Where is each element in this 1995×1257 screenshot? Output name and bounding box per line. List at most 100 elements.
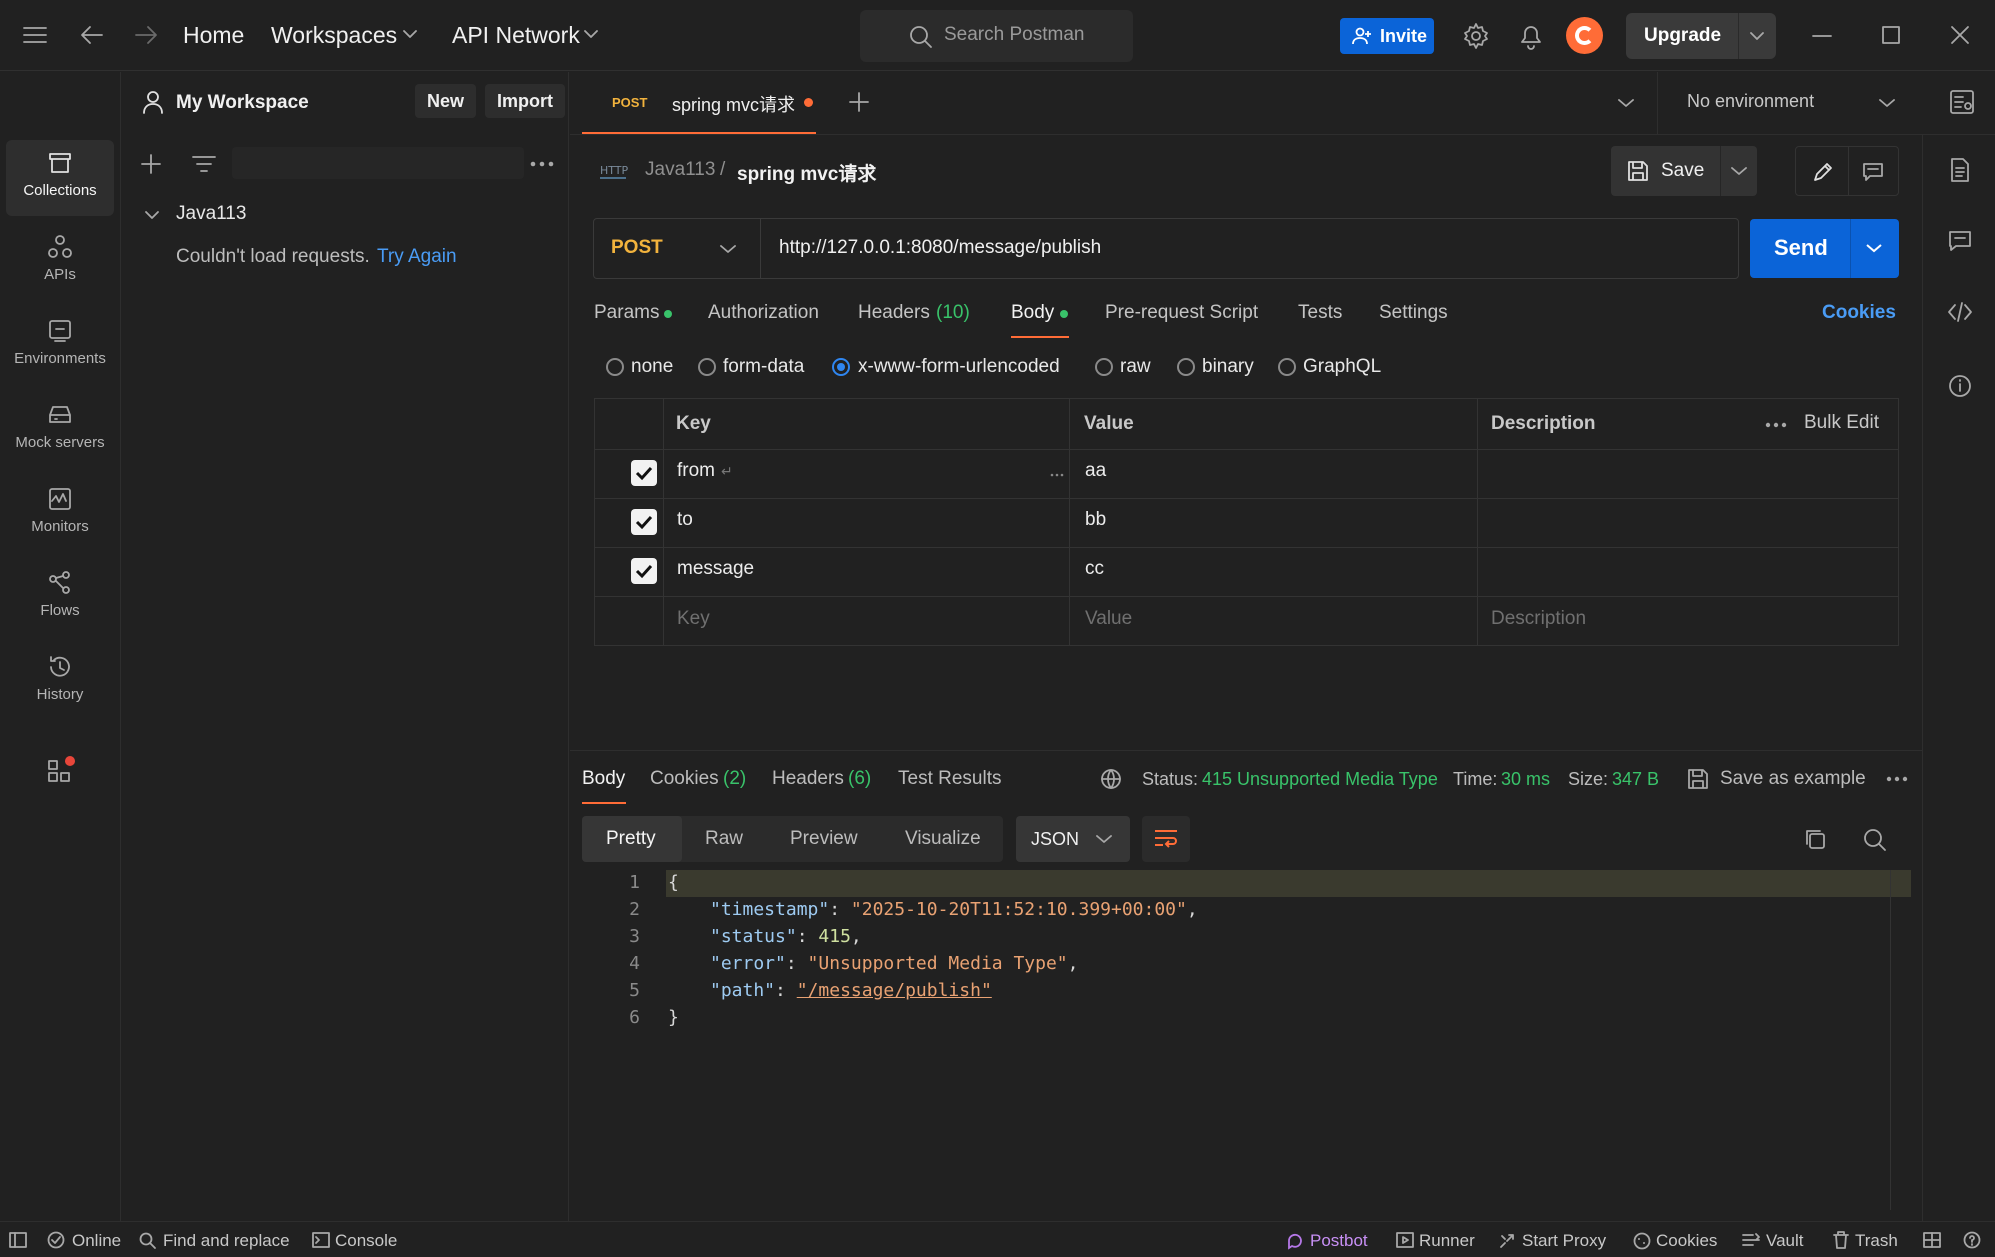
radio-raw[interactable] [1095,358,1113,376]
console-button[interactable]: Console [335,1231,397,1251]
back-arrow-icon[interactable] [80,24,104,46]
chevron-down-icon[interactable] [144,209,160,221]
more-options-icon[interactable] [1886,776,1908,782]
environment-selector[interactable]: No environment [1687,91,1814,112]
rail-item-environments[interactable]: Environments [6,308,114,384]
new-tab-icon[interactable] [848,91,870,113]
more-icon[interactable] [1050,473,1066,477]
time-value[interactable]: 30 ms [1501,769,1550,790]
radio-graphql[interactable] [1278,358,1296,376]
tab-headers[interactable]: Headers [858,302,930,324]
format-select[interactable]: JSON [1016,816,1130,862]
save-button[interactable]: Save [1661,160,1704,182]
rail-item-apis[interactable]: APIs [6,224,114,300]
edit-pencil-icon[interactable] [1812,161,1834,183]
search-box[interactable]: Search Postman [860,10,1133,62]
chevron-down-icon[interactable] [1879,98,1895,108]
chevron-down-icon[interactable] [1731,166,1747,176]
tab-spring-mvc[interactable]: POST spring mvc请求 [582,72,816,134]
info-icon[interactable] [1948,374,1972,398]
find-replace-button[interactable]: Find and replace [163,1231,290,1251]
row-checkbox[interactable] [631,558,657,584]
add-ons-icon[interactable] [46,756,76,786]
forward-arrow-icon[interactable] [134,24,158,46]
row-value[interactable]: aa [1085,460,1106,482]
radio-binary[interactable] [1177,358,1195,376]
postbot-button[interactable]: Postbot [1310,1231,1368,1251]
row-value[interactable]: cc [1085,558,1104,580]
breadcrumb-parent[interactable]: Java113 [645,159,715,181]
tab-prerequest-script[interactable]: Pre-request Script [1105,302,1258,324]
cookies-link[interactable]: Cookies [1822,302,1896,324]
comment-icon[interactable] [1862,162,1884,182]
documentation-icon[interactable] [1949,157,1971,183]
globe-icon[interactable] [1100,768,1122,790]
rail-item-mock-servers[interactable]: Mock servers [6,392,114,468]
home-link[interactable]: Home [183,22,244,49]
tab-settings[interactable]: Settings [1379,302,1448,324]
response-tab-cookies[interactable]: Cookies [650,768,719,790]
chevron-down-icon[interactable] [720,244,736,254]
tab-authorization[interactable]: Authorization [708,302,819,324]
size-value[interactable]: 347 B [1612,769,1659,790]
row-key[interactable]: message [677,558,754,580]
url-input[interactable]: http://127.0.0.1:8080/message/publish [779,237,1101,259]
chevron-down-icon[interactable] [1866,243,1882,253]
avatar[interactable] [1566,17,1603,54]
radio-form-data[interactable] [698,358,716,376]
help-icon[interactable] [1963,1231,1981,1249]
invite-button[interactable]: Invite [1340,18,1434,54]
online-status[interactable]: Online [72,1231,121,1251]
maximize-icon[interactable] [1881,25,1901,45]
radio-urlencoded[interactable] [832,358,850,376]
trash-button[interactable]: Trash [1855,1231,1898,1251]
sidebar-search-input[interactable] [232,147,524,179]
rail-item-history[interactable]: History [6,644,114,720]
cookies-button[interactable]: Cookies [1656,1231,1717,1251]
runner-button[interactable]: Runner [1419,1231,1475,1251]
try-again-link[interactable]: Try Again [377,246,457,268]
new-button[interactable]: New [415,84,477,118]
row-key[interactable]: to [677,509,693,531]
menu-icon[interactable] [22,24,48,46]
code-icon[interactable] [1947,301,1973,323]
tab-body[interactable]: Body [1011,302,1054,324]
workspace-name[interactable]: My Workspace [176,92,309,114]
wrap-lines-button[interactable] [1142,816,1190,862]
status-value[interactable]: 415 Unsupported Media Type [1202,769,1438,790]
chevron-down-icon[interactable] [1750,31,1764,41]
vault-button[interactable]: Vault [1766,1231,1804,1251]
import-button[interactable]: Import [485,84,565,118]
view-pretty[interactable]: Pretty [606,828,656,850]
view-raw[interactable]: Raw [705,828,743,850]
row-value[interactable]: bb [1085,509,1106,531]
minimize-icon[interactable] [1812,34,1832,38]
view-visualize[interactable]: Visualize [905,828,981,850]
chevron-down-icon[interactable] [1618,98,1634,108]
radio-none[interactable] [606,358,624,376]
response-tab-test-results[interactable]: Test Results [898,768,1001,790]
tab-params[interactable]: Params [594,302,659,324]
rail-item-flows[interactable]: Flows [6,560,114,636]
rail-item-collections[interactable]: Collections [6,140,114,216]
settings-gear-icon[interactable] [1462,22,1490,50]
view-preview[interactable]: Preview [790,828,858,850]
description-placeholder[interactable]: Description [1491,608,1586,630]
scrollbar-track[interactable] [1890,870,1891,1210]
api-network-menu[interactable]: API Network [452,22,580,49]
notifications-bell-icon[interactable] [1518,22,1544,50]
more-options-icon[interactable] [530,160,554,168]
workspaces-menu[interactable]: Workspaces [271,22,397,49]
row-key[interactable]: from [677,460,715,482]
start-proxy-button[interactable]: Start Proxy [1522,1231,1606,1251]
add-icon[interactable] [140,153,162,175]
request-name[interactable]: spring mvc请求 [737,159,876,186]
response-tab-headers[interactable]: Headers [772,768,844,790]
row-checkbox[interactable] [631,509,657,535]
save-as-example-button[interactable]: Save as example [1720,768,1866,790]
collection-java113[interactable]: Java113 [176,203,246,225]
toggle-sidebar-icon[interactable] [9,1232,27,1248]
more-options-icon[interactable] [1765,422,1787,428]
method-select[interactable]: POST [611,237,663,259]
environment-quick-look-icon[interactable] [1949,89,1975,115]
